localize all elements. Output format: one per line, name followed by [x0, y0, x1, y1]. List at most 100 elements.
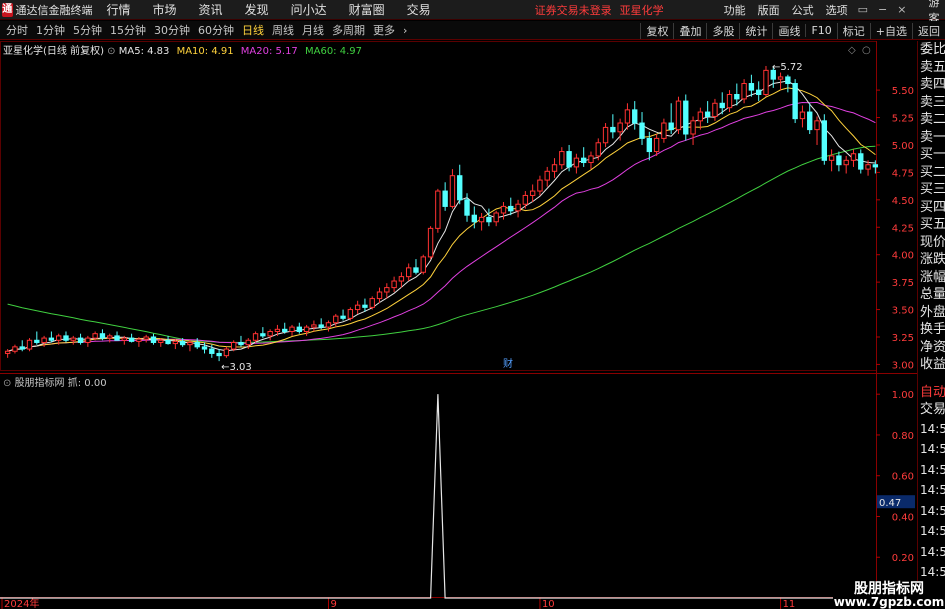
- candle-body: [420, 256, 426, 273]
- draw-line-button[interactable]: 画线: [772, 22, 805, 39]
- stock-title: 亚星化学(日线 前复权): [3, 46, 104, 57]
- candle-body: [238, 341, 244, 346]
- period-1min[interactable]: 1分钟: [36, 22, 65, 38]
- period-weekly[interactable]: 周线: [272, 22, 294, 38]
- current-value-label: 0.47: [879, 498, 901, 509]
- indicator-tick-label: 0.20: [892, 553, 914, 564]
- ma10-label: MA10: 4.91: [176, 46, 234, 57]
- menu-item-ask[interactable]: 问小达: [291, 1, 327, 18]
- candle-body: [252, 333, 259, 341]
- menu-options[interactable]: 选项: [826, 2, 848, 18]
- candle-body: [741, 83, 747, 100]
- trade-label[interactable]: 交易: [918, 401, 945, 419]
- menu-function[interactable]: 功能: [724, 2, 746, 18]
- main-legend: 亚星化学(日线 前复权) ⊙ MA5: 4.83 MA10: 4.91 MA20…: [3, 42, 362, 57]
- watermark-line2: www.7gpzb.com: [833, 595, 945, 609]
- quote-side-panel: 委比 卖五 卖四 卖三 卖二 卖一 买一 买二 买三 买四 买五 现价 涨跌 涨幅 总量 外盘 换手 净资 收益 自…: [917, 41, 945, 609]
- candle-body: [821, 120, 827, 161]
- finance-marker: 财: [503, 357, 513, 370]
- candle-body: [442, 190, 448, 207]
- add-watchlist-button[interactable]: +自选: [869, 22, 912, 39]
- menu-item-trade[interactable]: 交易: [407, 1, 431, 18]
- candle-body: [289, 326, 295, 333]
- time-tick-label: 9: [330, 599, 336, 609]
- candle-body: [522, 194, 529, 205]
- period-5min[interactable]: 5分钟: [73, 22, 102, 38]
- candle-body: [529, 190, 536, 196]
- candle-body: [478, 216, 485, 223]
- login-status[interactable]: 证券交易未登录: [535, 2, 612, 18]
- candle-body: [165, 339, 171, 345]
- candle-body: [179, 340, 186, 346]
- period-daily[interactable]: 日线: [242, 22, 264, 38]
- candle-body: [63, 335, 69, 341]
- menu-layout[interactable]: 版面: [758, 2, 780, 18]
- candle-body: [858, 153, 864, 170]
- price-tick-label: 4.75: [892, 168, 914, 179]
- menu-item-wealth[interactable]: 财富圈: [349, 1, 385, 18]
- candle-body: [85, 337, 91, 343]
- indicator-legend: ⊙ 股朋指标网 抓: 0.00: [3, 374, 107, 389]
- candle-body: [70, 337, 76, 341]
- period-intraday[interactable]: 分时: [6, 22, 28, 38]
- overlay-button[interactable]: 叠加: [673, 22, 706, 39]
- f10-button[interactable]: F10: [805, 24, 836, 37]
- time-tick-label: 2024年: [4, 597, 39, 609]
- price-tick-label: 4.50: [892, 196, 914, 207]
- close-icon[interactable]: ×: [897, 3, 906, 16]
- minimize-icon[interactable]: −: [878, 3, 887, 16]
- diamond-icon: ◇: [848, 45, 856, 56]
- price-tick-label: 3.00: [892, 360, 914, 371]
- candle-body: [610, 126, 616, 133]
- candle-body: [704, 111, 711, 117]
- period-more[interactable]: 更多: [373, 22, 395, 38]
- chevron-right-icon[interactable]: ›: [403, 24, 407, 37]
- high-price-annotation: ←5.72: [772, 62, 803, 73]
- period-toolbar: 分时 1分钟 5分钟 15分钟 30分钟 60分钟 日线 周线 月线 多周期 更…: [0, 21, 945, 40]
- candle-body: [763, 69, 769, 95]
- menu-item-discover[interactable]: 发现: [245, 1, 269, 18]
- ma5-line: [7, 80, 876, 352]
- price-tick-label: 4.25: [892, 223, 914, 234]
- candle-body: [427, 227, 434, 258]
- mark-button[interactable]: 标记: [836, 22, 870, 39]
- candle-body: [391, 280, 397, 289]
- app-title: 通达信金融终端: [15, 3, 93, 17]
- candle-body: [493, 212, 499, 223]
- candle-body: [785, 76, 791, 85]
- menu-formula[interactable]: 公式: [792, 2, 814, 18]
- trade-time: 14:56: [920, 544, 945, 559]
- period-15min[interactable]: 15分钟: [110, 22, 146, 38]
- indicator-settings-icon[interactable]: ⊙: [3, 378, 15, 389]
- candle-body: [697, 111, 704, 122]
- candle-body: [150, 336, 157, 343]
- side-label: 卖四: [920, 77, 945, 92]
- auto-label[interactable]: 自动: [918, 384, 945, 402]
- multi-stock-button[interactable]: 多股: [706, 22, 739, 39]
- restore-icon[interactable]: ▭: [858, 3, 868, 16]
- menu-item-market[interactable]: 市场: [153, 1, 177, 18]
- stats-button[interactable]: 统计: [739, 22, 772, 39]
- ma60-label: MA60: 4.97: [304, 46, 362, 57]
- indicator-title: 股朋指标网 抓: 0.00: [14, 378, 107, 389]
- price-tick-label: 3.75: [892, 278, 914, 289]
- period-multi[interactable]: 多周期: [332, 22, 365, 38]
- side-label: 卖二: [920, 112, 945, 127]
- candle-body: [19, 346, 25, 350]
- period-60min[interactable]: 60分钟: [198, 22, 234, 38]
- side-label: 买二: [920, 164, 945, 180]
- candle-body: [872, 164, 879, 168]
- menu-item-quotes[interactable]: 行情: [107, 1, 131, 18]
- adjust-button[interactable]: 复权: [640, 22, 673, 39]
- back-button[interactable]: 返回: [912, 22, 945, 39]
- candle-body: [26, 339, 33, 350]
- menu-item-news[interactable]: 资讯: [199, 1, 223, 18]
- app-logo-icon: 通: [2, 2, 13, 17]
- settings-icon[interactable]: ⊙: [107, 46, 119, 57]
- period-monthly[interactable]: 月线: [302, 22, 324, 38]
- period-30min[interactable]: 30分钟: [154, 22, 190, 38]
- candle-body: [362, 304, 368, 308]
- kline-chart[interactable]: 5.50 5.25 5.00 4.75 4.50 4.25 4.00 3.75 3.50 3.25…: [0, 41, 917, 609]
- price-tick-label: 3.25: [892, 333, 914, 344]
- trade-time: 14:56: [920, 503, 945, 518]
